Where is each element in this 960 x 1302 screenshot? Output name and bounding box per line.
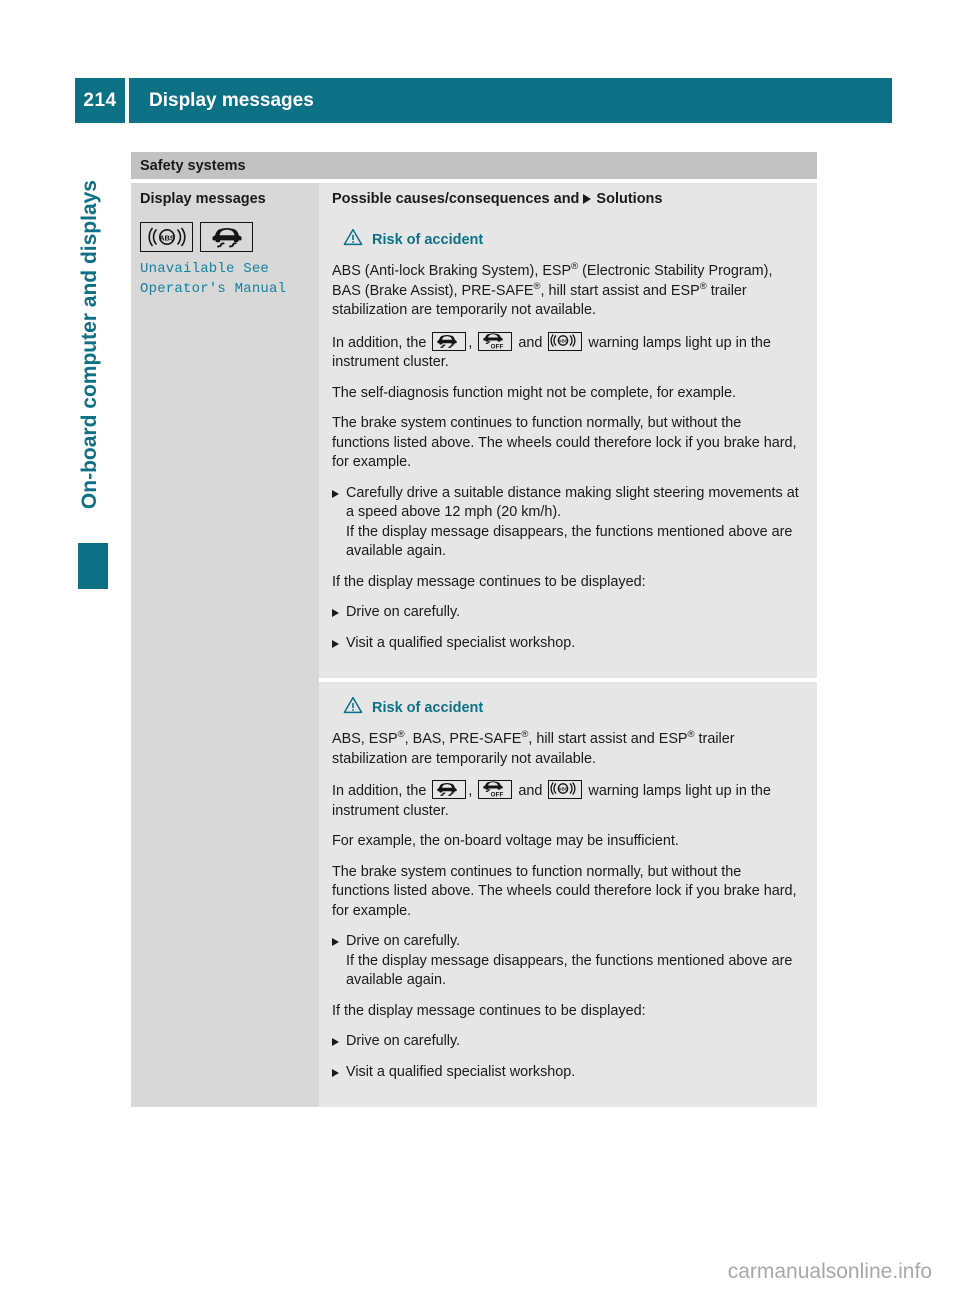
registered-mark: ® <box>699 280 707 292</box>
svg-text:ABS: ABS <box>159 234 175 243</box>
bullet-text: Visit a qualified specialist workshop. <box>346 1063 576 1080</box>
warning-lamp-paragraph: In addition, the , OFF and ABS warning l… <box>332 331 801 373</box>
page-header: 214 Display messages <box>75 78 892 123</box>
abs-warning-icon: ABS <box>548 780 583 799</box>
body-paragraph: ABS (Anti-lock Braking System), ESP® (El… <box>332 261 773 318</box>
instruction-bullet: Visit a qualified specialist workshop. <box>332 634 801 654</box>
warning-header: Risk of accident <box>343 228 801 251</box>
body-paragraph: If the display message continues to be d… <box>332 1002 646 1019</box>
esp-skid-warning-icon <box>432 331 467 351</box>
table-cell-causes-solutions: Risk of accident ABS (Anti-lock Braking S… <box>319 214 817 1107</box>
bullet-text: Drive on carefully. <box>346 604 461 620</box>
bullet-triangle-icon <box>332 938 339 946</box>
table-section-title: Safety systems <box>131 152 817 179</box>
registered-mark: ® <box>571 261 579 273</box>
bullet-text: Drive on carefully. If the display messag… <box>346 933 793 988</box>
warning-header: Risk of accident <box>343 696 801 719</box>
warning-lamp-paragraph: In addition, the , OFF and ABS warning l… <box>332 780 801 821</box>
instruction-bullet: Carefully drive a suitable distance maki… <box>332 484 801 562</box>
bullet-triangle-icon <box>332 1068 339 1077</box>
body-paragraph: If the display message continues to be d… <box>332 573 646 590</box>
esp-skid-warning-icon <box>432 780 467 799</box>
svg-text:ABS: ABS <box>559 338 569 343</box>
registered-mark: ® <box>533 280 541 292</box>
instruction-bullet: Drive on carefully. <box>332 1032 801 1052</box>
solution-triangle-icon <box>583 193 592 204</box>
instruction-bullet: Drive on carefully. <box>332 603 801 623</box>
abs-warning-icon: ABS <box>548 331 583 351</box>
warning-section: Risk of accident ABS (Anti-lock Braking S… <box>319 214 817 678</box>
warning-triangle-icon <box>343 696 363 719</box>
display-message-text: Unavailable See Operator's Manual <box>140 259 310 299</box>
warning-title: Risk of accident <box>372 231 484 248</box>
registered-mark: ® <box>397 729 405 741</box>
svg-text:OFF: OFF <box>491 343 504 349</box>
sidebar-chapter-label: On-board computer and displays <box>78 180 101 510</box>
page-title: Display messages <box>129 78 892 123</box>
bullet-triangle-icon <box>332 489 339 498</box>
registered-mark: ® <box>521 729 529 741</box>
display-message-line-1: Unavailable See <box>140 261 270 277</box>
warning-section: Risk of accident ABS, ESP®, BAS, PRE-SAFE… <box>319 682 817 1107</box>
warning-title: Risk of accident <box>372 699 484 716</box>
instruction-bullet: Visit a qualified specialist workshop. <box>332 1063 801 1083</box>
warning-triangle-icon <box>343 228 363 251</box>
registered-mark: ® <box>687 729 695 741</box>
watermark: carmanualsonline.info <box>727 1260 932 1283</box>
bullet-text: Visit a qualified specialist workshop. <box>346 634 576 651</box>
sidebar-chapter-label-wrap: On-board computer and displays <box>78 180 114 580</box>
bullet-triangle-icon <box>332 609 339 617</box>
abs-warning-icon: ABS <box>140 222 193 252</box>
table-cell-display-message: ABS Unavailable See Operator's Manual <box>131 214 319 1107</box>
body-paragraph: For example, the on-board voltage may be… <box>332 833 679 849</box>
esp-off-warning-icon: OFF <box>478 331 513 351</box>
svg-text:OFF: OFF <box>491 791 504 797</box>
bullet-triangle-icon <box>332 1038 339 1046</box>
body-paragraph: The brake system continues to function n… <box>332 415 797 470</box>
body-paragraph: The brake system continues to function n… <box>332 863 797 919</box>
column-header-causes-solutions: Possible causes/consequences and Solution… <box>319 183 817 214</box>
display-message-line-2: Operator's Manual <box>140 281 287 297</box>
esp-off-warning-icon: OFF <box>478 780 513 799</box>
column-header-solutions-text: Solutions <box>596 190 663 207</box>
column-header-display-messages: Display messages <box>131 183 319 214</box>
svg-text:ABS: ABS <box>559 787 569 792</box>
table-column-headers: Display messages Possible causes/consequ… <box>131 183 817 214</box>
body-paragraph: The self-diagnosis function might not be… <box>332 384 736 401</box>
bullet-triangle-icon <box>332 639 339 648</box>
sections-host: Risk of accident ABS (Anti-lock Braking S… <box>319 214 817 1107</box>
warning-lamp-icon-row: ABS <box>140 222 310 252</box>
table-row: ABS Unavailable See Operator's Manual Ri… <box>131 214 817 1107</box>
instruction-bullet: Drive on carefully. If the display messag… <box>332 932 801 991</box>
bullet-text: Carefully drive a suitable distance maki… <box>346 484 799 560</box>
sidebar-tab-marker <box>78 543 108 589</box>
display-messages-table: Safety systems Display messages Possible… <box>131 152 817 1107</box>
column-header-causes-text: Possible causes/consequences and <box>332 190 580 207</box>
body-paragraph: ABS, ESP®, BAS, PRE-SAFE®, hill start as… <box>332 729 735 767</box>
page-number: 214 <box>75 78 125 123</box>
bullet-text: Drive on carefully. <box>346 1033 461 1049</box>
esp-skid-warning-icon <box>200 222 253 252</box>
